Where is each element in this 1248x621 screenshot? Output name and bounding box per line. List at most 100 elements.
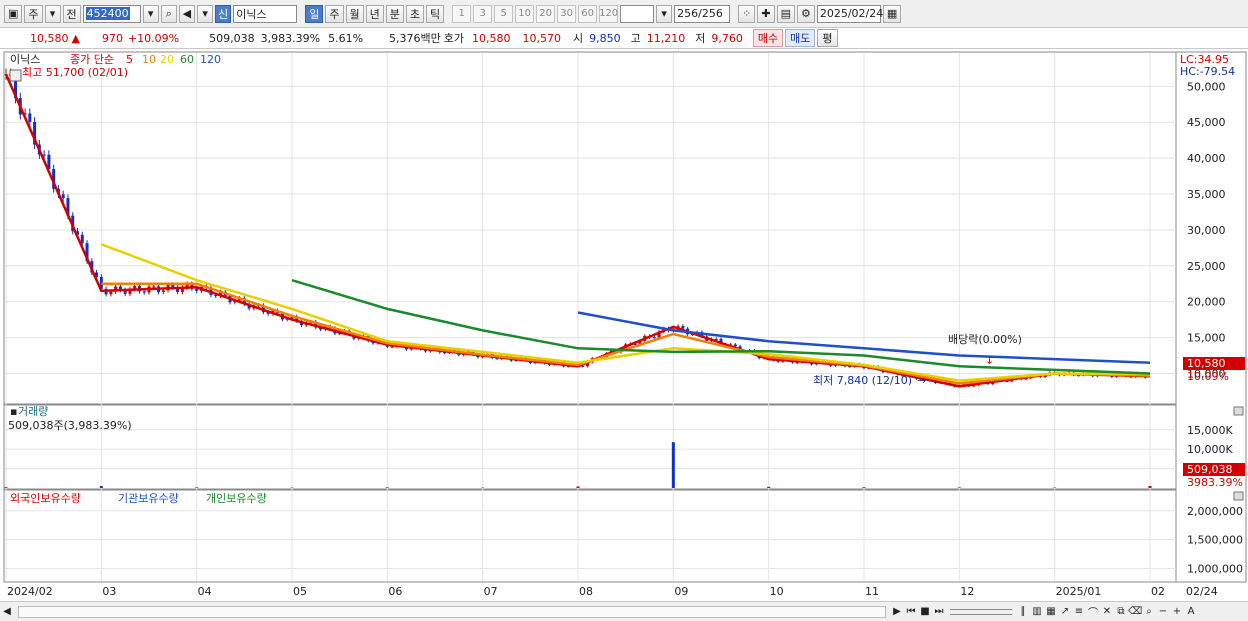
- count-value: 256: [677, 7, 699, 20]
- period-dropdown-icon[interactable]: ▾: [44, 4, 61, 23]
- ma-label-60: 60: [180, 53, 194, 66]
- calendar-icon[interactable]: ▦: [882, 4, 902, 23]
- stock-tag[interactable]: 이닉스: [10, 53, 40, 66]
- num-button-3[interactable]: 3: [473, 4, 493, 23]
- count-field[interactable]: 256/256: [674, 4, 731, 23]
- quote-low: 9,760: [711, 31, 743, 45]
- eval-button[interactable]: 평: [817, 29, 838, 47]
- stock-name-field[interactable]: 이닉스: [233, 4, 298, 23]
- fib-icon[interactable]: ≡: [1072, 605, 1086, 619]
- prev-button[interactable]: 전: [62, 4, 81, 23]
- quote-high-label: 고: [630, 32, 641, 45]
- num-button-30[interactable]: 30: [557, 4, 577, 23]
- price-y-tick-label: 25,000: [1187, 260, 1226, 273]
- speaker-dropdown-icon[interactable]: ▾: [197, 4, 214, 23]
- prev-label: 전: [66, 7, 77, 21]
- interval-tick[interactable]: 틱: [426, 4, 445, 23]
- save-icon[interactable]: ▤: [776, 4, 795, 23]
- dividend-arrow-icon: ↓: [985, 354, 994, 367]
- gear-icon[interactable]: ⚙: [796, 4, 815, 23]
- window-icon[interactable]: ▣: [4, 4, 23, 23]
- num-button-5[interactable]: 5: [494, 4, 514, 23]
- volume-bar: [4, 487, 8, 488]
- volume-bar: [99, 486, 103, 488]
- x-axis-labels: 2024/02 03 04 05 06 07 08 09 10 11 12 2025/01 02: [7, 585, 1165, 598]
- magnifier-icon[interactable]: ⌕: [1142, 605, 1156, 619]
- plus-icon[interactable]: +: [1170, 605, 1184, 619]
- x-axis-label: 12: [960, 585, 974, 598]
- candle-body: [152, 286, 156, 288]
- holdings-panel-close-icon[interactable]: [1233, 491, 1244, 501]
- volume-title-marker: ▪: [10, 405, 17, 418]
- chart-svg[interactable]: 이닉스 종가 단순 5 10 20 60 120 최고 51,700 (02/0…: [0, 50, 1248, 601]
- horizontal-scrollbar[interactable]: [18, 605, 886, 618]
- stop-icon[interactable]: ■: [918, 605, 932, 619]
- chart-area[interactable]: 이닉스 종가 단순 5 10 20 60 120 최고 51,700 (02/0…: [0, 50, 1248, 601]
- date-input[interactable]: 2025/02/24: [816, 4, 884, 23]
- trend-icon[interactable]: ↗: [1058, 605, 1072, 619]
- first-icon[interactable]: ⏮: [904, 605, 918, 619]
- custom-number-field[interactable]: [620, 4, 655, 23]
- num-button-10[interactable]: 10: [515, 4, 535, 23]
- volume-title[interactable]: 거래량: [18, 405, 48, 418]
- dividend-note: 배당락(0.00%): [948, 333, 1022, 346]
- date-value: 2025/02/24: [819, 7, 884, 20]
- quote-bid: 10,570: [522, 31, 562, 45]
- crosshair-icon[interactable]: ✚: [757, 4, 775, 23]
- volume-bar: [671, 442, 675, 488]
- minus-icon[interactable]: −: [1156, 605, 1170, 619]
- cross-icon[interactable]: ✕: [1100, 605, 1114, 619]
- num-button-1[interactable]: 1: [452, 4, 472, 23]
- num-button-20[interactable]: 20: [536, 4, 556, 23]
- quote-price: 10,580: [30, 31, 69, 45]
- x-axis-label: 06: [388, 585, 402, 598]
- candle-body: [80, 234, 84, 244]
- scroll-right-icon[interactable]: ▶: [890, 605, 904, 619]
- x-axis-current-date: 02/24: [1186, 585, 1218, 598]
- price-y-tick-label: 15,000: [1187, 332, 1226, 345]
- custom-number-dropdown-icon[interactable]: ▾: [656, 4, 673, 23]
- quote-hoga-label: 호가: [443, 32, 465, 45]
- erase-icon[interactable]: ⌫: [1128, 605, 1142, 619]
- font-size-icon[interactable]: A: [1184, 605, 1198, 619]
- pattern-icon[interactable]: ▥: [1030, 605, 1044, 619]
- interval-year[interactable]: 년: [365, 4, 384, 23]
- interval-day[interactable]: 일: [305, 4, 324, 23]
- buy-button[interactable]: 매수: [752, 29, 784, 47]
- speaker-icon[interactable]: ◀: [178, 4, 196, 23]
- x-axis-label: 04: [198, 585, 212, 598]
- zoom-slider[interactable]: [950, 608, 1012, 615]
- code-dropdown-icon[interactable]: ▾: [142, 4, 159, 23]
- volume-panel-close-icon[interactable]: [1233, 406, 1244, 416]
- volume-bar: [1148, 486, 1152, 488]
- period-select[interactable]: 주: [24, 4, 43, 23]
- num-button-60[interactable]: 60: [578, 4, 598, 23]
- ma-label-10: 10: [142, 53, 156, 66]
- calculator-icon[interactable]: [9, 69, 22, 82]
- scroll-left-icon[interactable]: ◀: [0, 605, 14, 619]
- grid-icon[interactable]: ▦: [1044, 605, 1058, 619]
- interval-minute[interactable]: 분: [385, 4, 404, 23]
- holdings-y-ticks: 2,000,000 1,500,000 1,000,000: [1187, 505, 1243, 576]
- x-axis-label: 02: [1151, 585, 1165, 598]
- x-axis-label: 11: [865, 585, 879, 598]
- num-button-120[interactable]: 120: [599, 4, 618, 23]
- interval-week[interactable]: 주: [325, 4, 344, 23]
- link-icon[interactable]: ⁘: [738, 4, 756, 23]
- copy-icon[interactable]: ⧉: [1114, 605, 1128, 619]
- draw-line-icon[interactable]: ∥: [1016, 605, 1030, 619]
- arc-icon[interactable]: ⌒: [1086, 605, 1100, 619]
- interval-second[interactable]: 초: [405, 4, 424, 23]
- interval-month[interactable]: 월: [345, 4, 364, 23]
- interval-year-label: 년: [369, 7, 380, 21]
- x-axis-label: 05: [293, 585, 307, 598]
- price-y-ticks: 50,000 45,000 40,000 35,000 30,000 25,000 20,0…: [1187, 80, 1226, 380]
- last-icon[interactable]: ⏭: [932, 605, 946, 619]
- holdings-legend-individual[interactable]: 개인보유수량: [206, 492, 267, 505]
- search-icon[interactable]: ⌕: [160, 4, 177, 23]
- holdings-legend-institution[interactable]: 기관보유수량: [118, 492, 179, 505]
- code-input[interactable]: 452400: [82, 4, 141, 23]
- sell-button[interactable]: 매도: [785, 29, 816, 47]
- holdings-legend-foreign[interactable]: 외국인보유수량: [10, 492, 81, 505]
- candle-body: [28, 113, 32, 123]
